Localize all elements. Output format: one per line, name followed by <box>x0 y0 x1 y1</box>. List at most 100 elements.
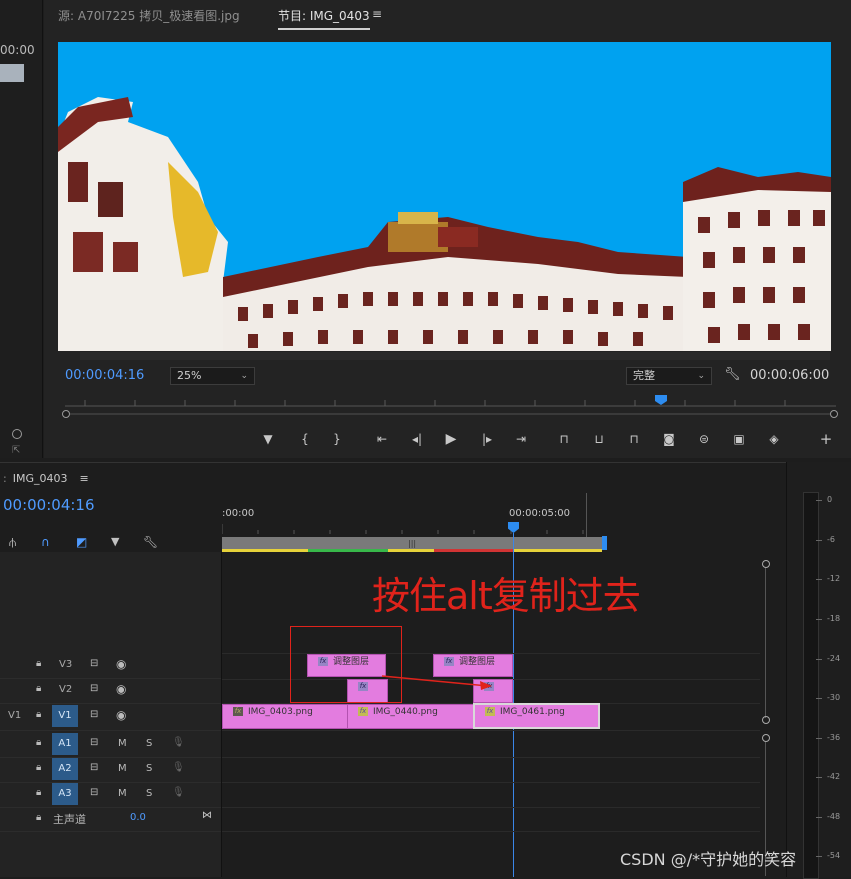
sync-lock-icon[interactable]: ⊟ <box>90 787 98 798</box>
track-header-a2[interactable]: 🔒︎ A2 ⊟ M S 🎙︎ <box>0 757 221 783</box>
eye-icon[interactable]: ◉ <box>116 708 126 722</box>
track-header-v3[interactable]: 🔒︎ V3 ⊟ ◉ <box>0 653 221 679</box>
quality-select[interactable]: 完整 ⌄ <box>626 367 712 385</box>
track-header-a1[interactable]: 🔒︎ A1 ⊟ M S 🎙︎ <box>0 732 221 758</box>
panel-menu-icon[interactable]: ≡ <box>79 472 88 485</box>
solo-button[interactable]: S <box>146 738 152 749</box>
lift-icon[interactable]: ⊓ <box>625 431 643 447</box>
meter-scale-label: 0 <box>827 495 833 504</box>
track-target-a2[interactable]: A2 <box>52 758 78 780</box>
overwrite-icon[interactable]: ⊔ <box>590 431 608 447</box>
export-frame-icon[interactable]: ◙ <box>660 431 678 447</box>
scroll-handle-icon[interactable] <box>762 734 770 742</box>
microphone-icon[interactable]: 🎙︎ <box>172 762 185 773</box>
clip-img-0403[interactable]: fx IMG_0403.png <box>222 704 348 729</box>
lane-a1[interactable] <box>222 732 760 758</box>
eye-icon[interactable]: ◉ <box>116 657 126 671</box>
video-scrollbar[interactable] <box>80 352 830 360</box>
quality-value: 完整 <box>633 369 655 382</box>
lane-a3[interactable] <box>222 782 760 808</box>
tab-timeline-sequence[interactable]: : IMG_0403 ≡ <box>3 472 89 485</box>
compare-icon[interactable]: ⊜ <box>695 431 713 447</box>
snap-nested-icon[interactable]: ⫛ <box>9 535 16 550</box>
program-time-ruler[interactable] <box>65 396 836 410</box>
step-forward-icon[interactable]: |▸ <box>478 431 496 447</box>
mute-button[interactable]: M <box>118 788 127 799</box>
timeline-settings-wrench-icon[interactable]: 🔧︎ <box>143 535 158 549</box>
sync-lock-icon[interactable]: ⊟ <box>90 737 98 748</box>
track-target-a3[interactable]: A3 <box>52 783 78 805</box>
work-area-bar[interactable]: ||| <box>222 537 602 549</box>
lock-icon[interactable]: 🔒︎ <box>36 737 41 748</box>
marker-icon[interactable]: ▼ <box>259 431 277 447</box>
lock-icon[interactable]: 🔒︎ <box>36 683 41 694</box>
track-header-v1[interactable]: V1 🔒︎ V1 ⊟ ◉ <box>0 703 221 731</box>
track-header-a3[interactable]: 🔒︎ A3 ⊟ M S 🎙︎ <box>0 782 221 808</box>
master-expand-icon[interactable]: ⋈ <box>202 810 212 821</box>
source-scroll-controls[interactable]: ⇱ <box>0 427 42 458</box>
timeline-ruler[interactable] <box>221 522 760 536</box>
lock-icon[interactable]: 🔒︎ <box>36 709 41 720</box>
insert-icon[interactable]: ⊓ <box>555 431 573 447</box>
sync-lock-icon[interactable]: ⊟ <box>90 683 98 694</box>
go-to-out-icon[interactable]: ⇥ <box>512 431 530 447</box>
button-editor-icon[interactable]: ▣ <box>730 431 748 447</box>
scroll-handle-icon[interactable] <box>12 429 22 439</box>
in-point-icon[interactable]: { <box>296 431 314 447</box>
eye-icon[interactable]: ◉ <box>116 682 126 696</box>
lane-master[interactable] <box>222 807 760 832</box>
zoom-select[interactable]: 25% ⌄ <box>170 367 255 385</box>
sync-lock-icon[interactable]: ⊟ <box>90 762 98 773</box>
track-header-master[interactable]: 🔒︎ 主声道 0.0 ⋈ <box>0 807 221 832</box>
lane-a2[interactable] <box>222 757 760 783</box>
add-icon[interactable]: + <box>817 431 835 447</box>
track-target-v1[interactable]: V1 <box>52 705 78 727</box>
work-area-grip-icon[interactable]: ||| <box>408 539 416 548</box>
solo-button[interactable]: S <box>146 788 152 799</box>
linked-selection-icon[interactable]: ◩ <box>76 535 87 549</box>
sync-lock-icon[interactable]: ⊟ <box>90 658 98 669</box>
scroll-handle-icon[interactable] <box>830 410 838 418</box>
export-icon[interactable]: ⇱ <box>12 445 20 456</box>
step-back-icon[interactable]: ◂| <box>408 431 426 447</box>
track-target-a1[interactable]: A1 <box>52 733 78 755</box>
program-zoom-scrollbar[interactable] <box>62 410 838 418</box>
meter-scale-label: -12 <box>827 574 841 583</box>
track-label: V3 <box>59 659 73 670</box>
go-to-in-icon[interactable]: ⇤ <box>373 431 391 447</box>
work-area-end-handle[interactable] <box>602 536 607 550</box>
play-icon[interactable]: ▶ <box>442 431 460 447</box>
microphone-icon[interactable]: 🎙︎ <box>172 787 185 798</box>
clip-img-0461[interactable]: fx IMG_0461.png <box>473 703 600 729</box>
program-current-time[interactable]: 00:00:04:16 <box>65 368 144 383</box>
scroll-handle-icon[interactable] <box>62 410 70 418</box>
panel-menu-icon[interactable]: ≡ <box>372 7 382 21</box>
lock-icon[interactable]: 🔒︎ <box>36 812 41 823</box>
scroll-handle-icon[interactable] <box>762 560 770 568</box>
wrench-icon[interactable]: 🔧︎ <box>724 367 741 382</box>
out-point-icon[interactable]: } <box>328 431 346 447</box>
close-icon[interactable]: : <box>3 472 7 485</box>
vr-icon[interactable]: ◈ <box>765 431 783 447</box>
chevron-down-icon: ⌄ <box>240 371 248 381</box>
sync-lock-icon[interactable]: ⊟ <box>90 709 98 720</box>
track-header-v2[interactable]: 🔒︎ V2 ⊟ ◉ <box>0 678 221 704</box>
master-volume-value[interactable]: 0.0 <box>130 812 146 823</box>
timeline-current-time[interactable]: 00:00:04:16 <box>3 496 95 514</box>
lock-icon[interactable]: 🔒︎ <box>36 787 41 798</box>
solo-button[interactable]: S <box>146 763 152 774</box>
source-patch-label[interactable]: V1 <box>8 710 21 721</box>
lock-icon[interactable]: 🔒︎ <box>36 658 41 669</box>
microphone-icon[interactable]: 🎙︎ <box>172 737 185 748</box>
clip-img-0440[interactable]: fx IMG_0440.png <box>347 704 474 729</box>
mute-button[interactable]: M <box>118 763 127 774</box>
timeline-vertical-scrollbar[interactable] <box>762 560 770 876</box>
tab-source[interactable]: 源: A70I7225 拷贝_极速看图.jpg <box>58 7 240 24</box>
lock-icon[interactable]: 🔒︎ <box>36 762 41 773</box>
snap-magnet-icon[interactable]: ∩ <box>41 535 50 549</box>
mute-button[interactable]: M <box>118 738 127 749</box>
add-marker-icon[interactable]: ▼ <box>111 535 119 548</box>
tab-program[interactable]: 节目: IMG_0403 <box>278 7 370 30</box>
scroll-handle-icon[interactable] <box>762 716 770 724</box>
source-panel-edge: 00:00 ⇱ <box>0 0 43 458</box>
